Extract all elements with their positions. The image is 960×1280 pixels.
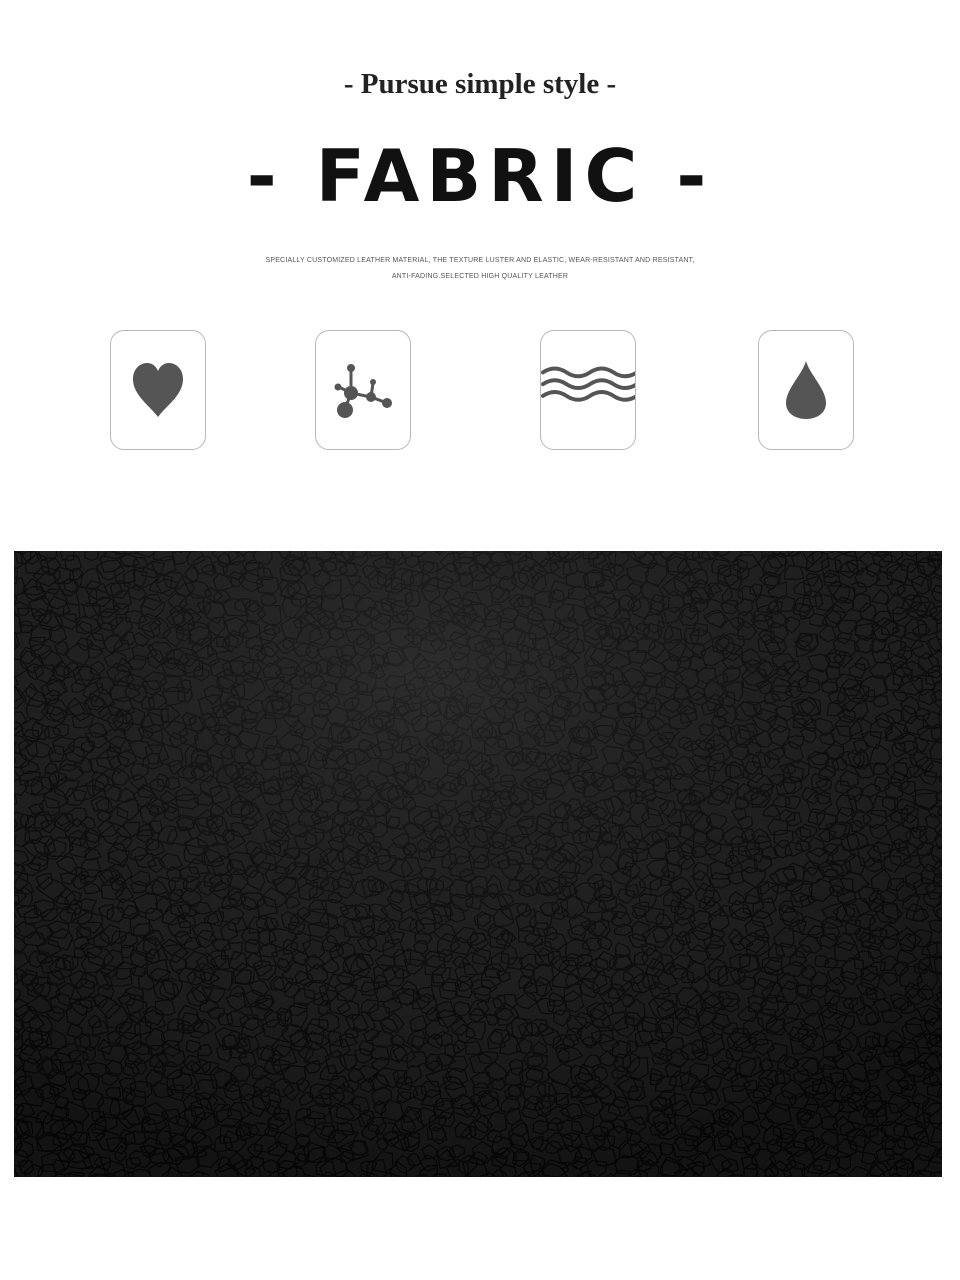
waves-icon: [541, 366, 635, 402]
feature-card-molecule: [315, 330, 411, 450]
molecule-icon: [334, 364, 392, 418]
fabric-description: SPECIALLY CUSTOMIZED LEATHER MATERIAL, T…: [0, 253, 960, 285]
feature-card-heart: [110, 330, 206, 450]
tagline: - Pursue simple style -: [343, 68, 617, 100]
description-line-2: ANTI-FADING.SELECTED HIGH QUALITY LEATHE…: [391, 273, 569, 280]
feature-card-waves: [540, 330, 636, 450]
leather-grain-pattern: [14, 551, 942, 1177]
feature-card-water-drop: [758, 330, 854, 450]
heart-icon: [133, 363, 183, 417]
water-drop-icon: [786, 361, 826, 419]
description-line-1: SPECIALLY CUSTOMIZED LEATHER MATERIAL, T…: [265, 257, 695, 264]
fabric-title: - FABRIC -: [246, 134, 714, 218]
leather-texture-image: [14, 551, 942, 1177]
